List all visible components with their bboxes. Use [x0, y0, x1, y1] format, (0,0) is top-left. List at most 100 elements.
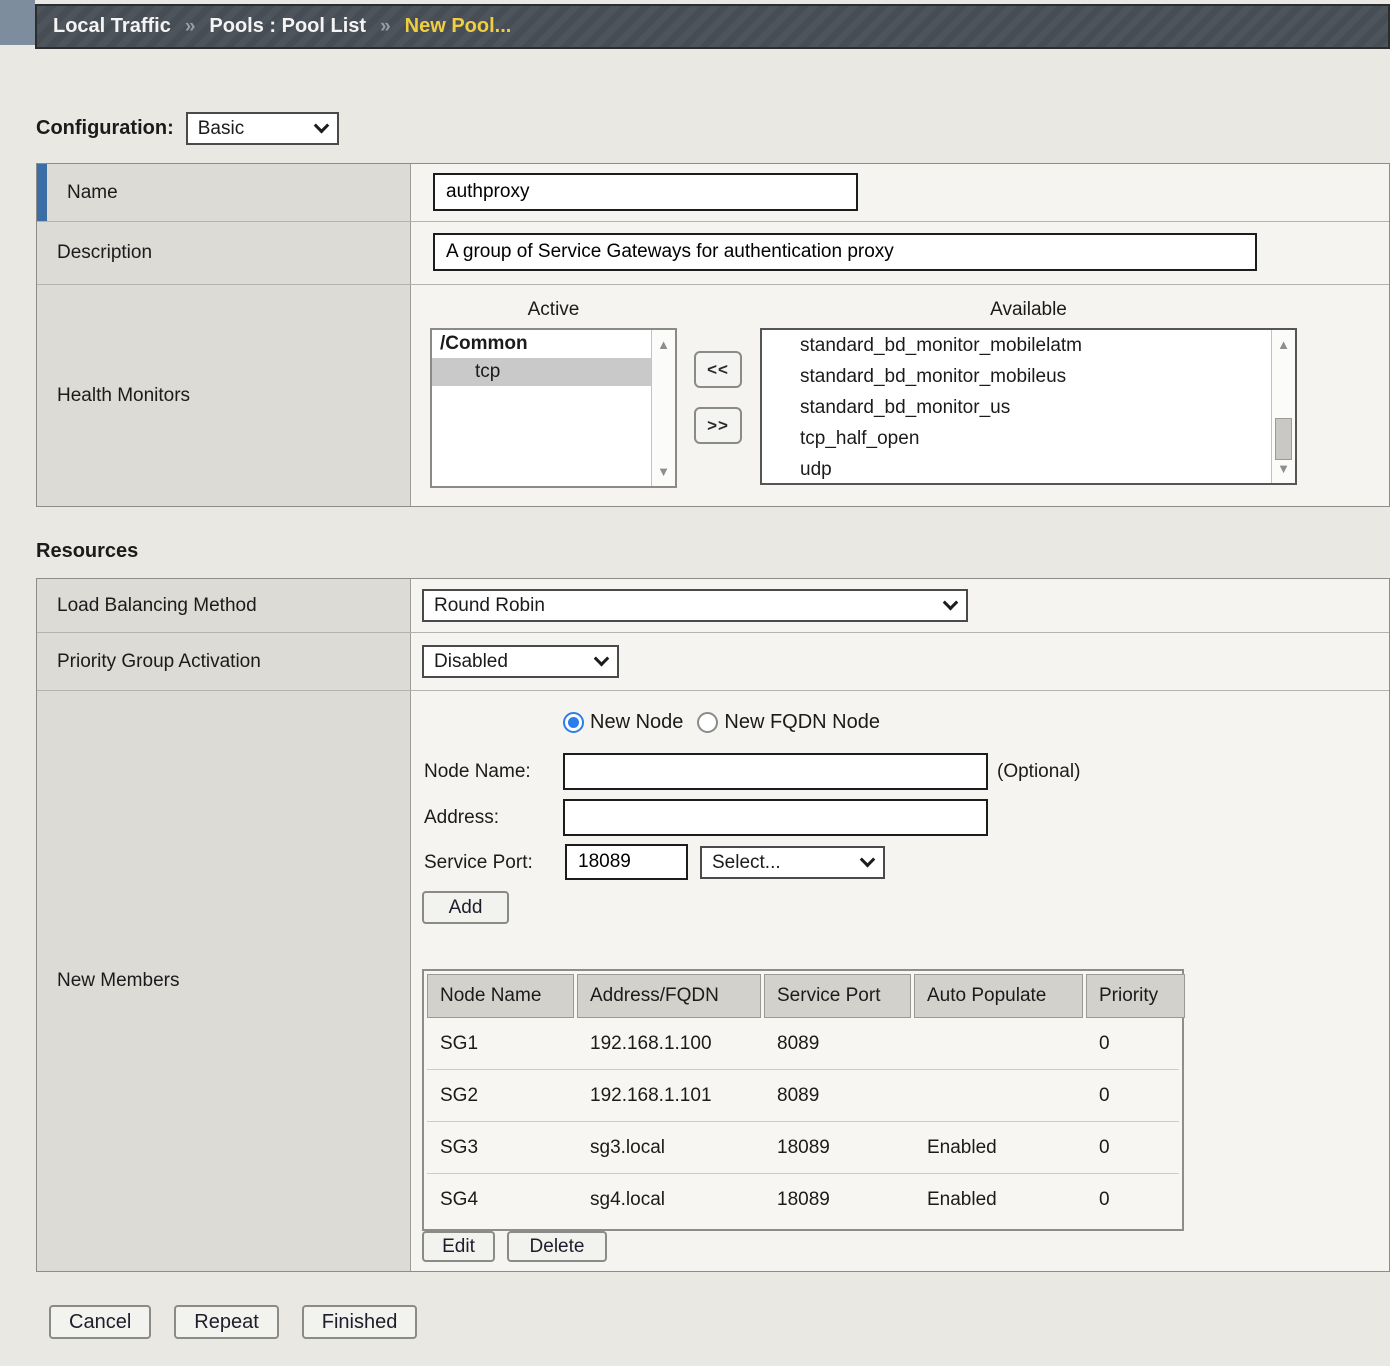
- active-monitor-item-tcp[interactable]: tcp: [432, 358, 651, 386]
- description-input[interactable]: [433, 233, 1257, 271]
- load-balancing-select[interactable]: Round Robin: [422, 589, 968, 622]
- chevron-down-icon: [943, 595, 959, 611]
- available-monitor-item[interactable]: udp: [762, 454, 1295, 485]
- service-port-select-value: Select...: [712, 852, 781, 874]
- cell-node-name: SG4: [427, 1174, 574, 1226]
- active-list-title: Active: [430, 299, 677, 321]
- available-list-title: Available: [760, 299, 1297, 321]
- repeat-button[interactable]: Repeat: [174, 1305, 279, 1339]
- cell-port: 8089: [764, 1070, 911, 1121]
- new-fqdn-node-radio[interactable]: [697, 712, 718, 733]
- name-label-cell: Name: [37, 164, 411, 221]
- priority-group-row: Priority Group Activation Disabled: [37, 633, 1389, 691]
- configuration-select[interactable]: Basic: [186, 112, 339, 145]
- resources-table: Load Balancing Method Round Robin Priori…: [36, 578, 1390, 1272]
- breadcrumb-section[interactable]: Local Traffic: [53, 15, 171, 38]
- member-row-sg2[interactable]: SG2 192.168.1.101 8089 0: [427, 1070, 1179, 1122]
- member-row-sg1[interactable]: SG1 192.168.1.100 8089 0: [427, 1018, 1179, 1070]
- service-port-input[interactable]: [565, 844, 688, 880]
- finished-button[interactable]: Finished: [302, 1305, 418, 1339]
- required-field-accent-bar: [37, 164, 47, 221]
- member-row-sg3[interactable]: SG3 sg3.local 18089 Enabled 0: [427, 1122, 1179, 1174]
- service-port-select[interactable]: Select...: [700, 846, 885, 879]
- breadcrumb-separator-icon: »: [380, 16, 391, 38]
- health-monitors-label: Health Monitors: [57, 385, 190, 407]
- cancel-button[interactable]: Cancel: [49, 1305, 151, 1339]
- new-fqdn-node-radio-label[interactable]: New FQDN Node: [724, 711, 880, 734]
- cell-priority: 0: [1086, 1018, 1185, 1069]
- cell-port: 8089: [764, 1018, 911, 1069]
- chevron-down-icon: [860, 852, 876, 868]
- available-monitor-item[interactable]: standard_bd_monitor_mobileus: [762, 361, 1295, 392]
- scroll-up-icon[interactable]: ▲: [1272, 338, 1295, 351]
- cell-address: sg3.local: [577, 1122, 761, 1173]
- available-list-scrollbar[interactable]: ▲ ▼: [1271, 330, 1295, 483]
- available-monitors-listbox[interactable]: standard_bd_monitor_mobilelatm standard_…: [760, 328, 1297, 485]
- available-monitor-item[interactable]: tcp_half_open: [762, 423, 1295, 454]
- breadcrumb-page[interactable]: Pools : Pool List: [209, 15, 366, 38]
- optional-hint: (Optional): [997, 761, 1080, 783]
- new-node-radio-label[interactable]: New Node: [590, 711, 683, 734]
- cell-address: 192.168.1.100: [577, 1018, 761, 1069]
- col-header-priority: Priority: [1086, 974, 1185, 1018]
- new-members-label: New Members: [57, 970, 179, 992]
- configuration-table: Name Description Health Monitors Active …: [36, 163, 1390, 507]
- available-monitor-item[interactable]: standard_bd_monitor_us: [762, 392, 1295, 423]
- new-node-radio[interactable]: [563, 712, 584, 733]
- node-name-label: Node Name:: [424, 761, 531, 783]
- cell-port: 18089: [764, 1174, 911, 1226]
- priority-group-label: Priority Group Activation: [57, 651, 261, 673]
- cell-priority: 0: [1086, 1174, 1185, 1226]
- cell-auto-populate: [914, 1018, 1083, 1069]
- address-input[interactable]: [563, 799, 988, 836]
- chevron-down-icon: [594, 651, 610, 667]
- breadcrumb-separator-icon: »: [185, 16, 196, 38]
- move-to-available-button[interactable]: >>: [694, 407, 742, 444]
- priority-group-select[interactable]: Disabled: [422, 645, 619, 678]
- col-header-address-fqdn: Address/FQDN: [577, 974, 761, 1018]
- member-row-sg4[interactable]: SG4 sg4.local 18089 Enabled 0: [427, 1174, 1179, 1226]
- scroll-up-icon[interactable]: ▲: [652, 338, 675, 351]
- cell-priority: 0: [1086, 1122, 1185, 1173]
- cell-auto-populate: Enabled: [914, 1122, 1083, 1173]
- name-label: Name: [67, 182, 118, 204]
- col-header-node-name: Node Name: [427, 974, 574, 1018]
- cell-node-name: SG2: [427, 1070, 574, 1121]
- active-list-scrollbar[interactable]: ▲ ▼: [651, 330, 675, 486]
- cell-auto-populate: [914, 1070, 1083, 1121]
- service-port-label: Service Port:: [424, 852, 533, 874]
- new-members-label-cell: New Members: [37, 691, 411, 1271]
- scroll-down-icon[interactable]: ▼: [1272, 462, 1295, 475]
- node-name-input[interactable]: [563, 753, 988, 790]
- add-member-button[interactable]: Add: [422, 891, 509, 924]
- available-monitor-item[interactable]: standard_bd_monitor_mobilelatm: [762, 330, 1295, 361]
- description-row: Description: [37, 222, 1389, 285]
- cell-auto-populate: Enabled: [914, 1174, 1083, 1226]
- cell-port: 18089: [764, 1122, 911, 1173]
- configuration-select-value: Basic: [198, 118, 244, 140]
- name-input[interactable]: [433, 173, 858, 211]
- window-corner-block: [0, 0, 35, 45]
- members-table-header: Node Name Address/FQDN Service Port Auto…: [427, 974, 1179, 1018]
- scrollbar-thumb[interactable]: [1275, 418, 1292, 460]
- description-label: Description: [57, 242, 152, 264]
- configuration-label: Configuration:: [36, 117, 174, 140]
- edit-member-button[interactable]: Edit: [422, 1231, 495, 1262]
- priority-group-label-cell: Priority Group Activation: [37, 633, 411, 690]
- chevron-down-icon: [313, 118, 329, 134]
- priority-group-select-value: Disabled: [434, 651, 508, 673]
- col-header-service-port: Service Port: [764, 974, 911, 1018]
- cell-node-name: SG3: [427, 1122, 574, 1173]
- move-to-active-button[interactable]: <<: [694, 351, 742, 388]
- description-label-cell: Description: [37, 222, 411, 284]
- load-balancing-select-value: Round Robin: [434, 595, 545, 617]
- resources-heading: Resources: [36, 540, 138, 563]
- active-monitors-listbox[interactable]: /Common tcp ▲ ▼: [430, 328, 677, 488]
- cell-address: sg4.local: [577, 1174, 761, 1226]
- breadcrumb-current: New Pool...: [405, 15, 512, 38]
- load-balancing-label: Load Balancing Method: [57, 595, 257, 617]
- members-table: Node Name Address/FQDN Service Port Auto…: [422, 969, 1184, 1231]
- load-balancing-label-cell: Load Balancing Method: [37, 579, 411, 632]
- scroll-down-icon[interactable]: ▼: [652, 465, 675, 478]
- delete-member-button[interactable]: Delete: [507, 1231, 607, 1262]
